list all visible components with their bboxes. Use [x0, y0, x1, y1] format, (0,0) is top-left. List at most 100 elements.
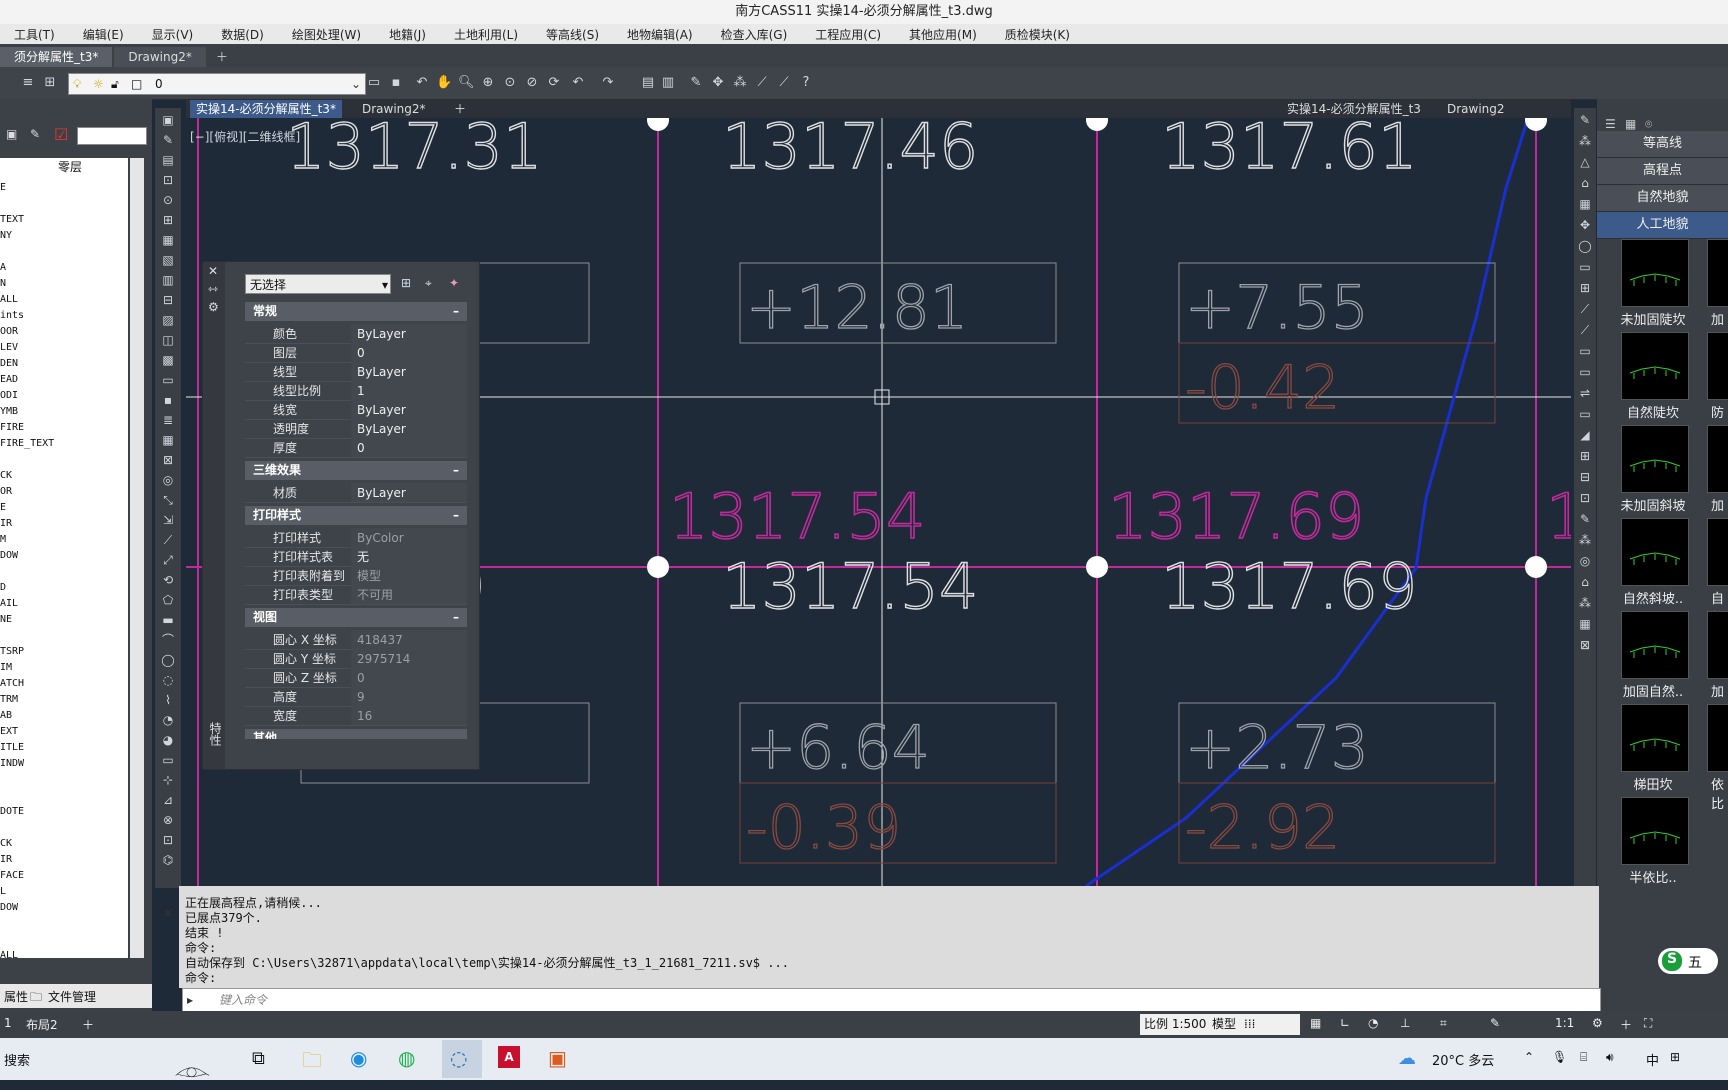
properties-icon[interactable]: ▤	[640, 75, 656, 91]
layer-list-item[interactable]: OR	[0, 486, 12, 497]
property-row[interactable]: 打印样式 ByColor	[245, 528, 467, 548]
property-value[interactable]: ByLayer	[351, 362, 467, 382]
distance-icon[interactable]: ⟋	[776, 75, 792, 91]
vertical-tool-icon[interactable]: ⇲	[160, 512, 176, 528]
category-natural-landform[interactable]: 自然地貌	[1597, 185, 1728, 212]
symbol-thumbnail[interactable]	[1621, 797, 1689, 865]
move-icon[interactable]: ✥	[710, 75, 726, 91]
command-input[interactable]: ▸ 键入命令	[182, 988, 1601, 1012]
viewport-tab-drawing2[interactable]: Drawing2*	[356, 100, 432, 118]
property-value[interactable]: ByLayer	[351, 483, 467, 503]
layer-list-item[interactable]: NE	[0, 614, 12, 625]
property-section-header[interactable]: 打印样式 –	[245, 506, 467, 525]
check-icon[interactable]: ☑	[54, 125, 68, 144]
property-row[interactable]: 颜色 ByLayer	[245, 324, 467, 344]
symbol-thumbnail[interactable]	[1707, 425, 1728, 493]
close-icon[interactable]: ✕	[208, 264, 218, 278]
property-value[interactable]: 0	[351, 343, 467, 363]
right-tool-icon[interactable]: ▭	[1577, 406, 1593, 422]
symbol-thumbnail[interactable]	[1621, 425, 1689, 493]
vertical-tool-icon[interactable]: ⌇	[160, 692, 176, 708]
viewport-tab-right-drawing2[interactable]: Drawing2	[1441, 100, 1511, 118]
vertical-tool-icon[interactable]: ▨	[160, 312, 176, 328]
property-row[interactable]: 材质 ByLayer	[245, 483, 467, 503]
osnap-icon[interactable]: ⊥	[1400, 1016, 1410, 1030]
collapse-icon[interactable]: –	[453, 302, 459, 321]
layer-list-item[interactable]: L	[0, 886, 6, 897]
autocad-icon[interactable]: A	[498, 1046, 520, 1068]
location-icon[interactable]: ⌾	[1645, 117, 1652, 132]
gear-icon[interactable]: ⚙	[1592, 1016, 1603, 1030]
symbol-thumbnail[interactable]	[1621, 239, 1689, 307]
app-icon[interactable]: ▣	[548, 1046, 567, 1070]
menu-other[interactable]: 其他应用(M)	[895, 26, 991, 43]
category-elevation-point[interactable]: 高程点	[1597, 158, 1728, 185]
symbol-thumbnail[interactable]	[1707, 332, 1728, 400]
menu-qc[interactable]: 质检模块(K)	[991, 26, 1084, 43]
vertical-tool-icon[interactable]: ⊙	[160, 192, 176, 208]
menu-tools[interactable]: 工具(T)	[0, 26, 69, 43]
right-tool-icon[interactable]: ⊟	[1577, 469, 1593, 485]
layer-list-item[interactable]: IM	[0, 662, 12, 673]
property-value[interactable]: 不可用	[351, 585, 467, 605]
pencil-icon[interactable]: ✎	[688, 75, 704, 91]
layer-list-item[interactable]: DOW	[0, 550, 18, 561]
layer-manager-icon[interactable]: ≡	[20, 75, 36, 91]
layer-list-item[interactable]: ITLE	[0, 742, 24, 753]
vertical-tool-icon[interactable]: ⊿	[160, 792, 176, 808]
snap-icon[interactable]: ⁞⁞⁞	[1244, 1014, 1255, 1035]
select-objects-icon[interactable]: ⌖	[425, 276, 432, 291]
layer-list-item[interactable]: LEV	[0, 342, 18, 353]
task-view-icon[interactable]: ⧉	[252, 1048, 265, 1069]
menu-edit[interactable]: 编辑(E)	[69, 26, 138, 43]
help-icon[interactable]: ?	[798, 75, 814, 91]
add-layout-icon[interactable]: ＋	[82, 1016, 94, 1033]
vertical-tool-icon[interactable]: ▭	[160, 752, 176, 768]
tab-file-manager[interactable]: 文件管理	[48, 988, 96, 1005]
right-tool-icon[interactable]: ⊞	[1577, 280, 1593, 296]
right-tool-icon[interactable]: ▦	[1577, 196, 1593, 212]
vertical-tool-icon[interactable]: ▪	[160, 392, 176, 408]
layer-list-item[interactable]: OOR	[0, 326, 18, 337]
right-tool-icon[interactable]: ✎	[1577, 112, 1593, 128]
zoom-window-icon[interactable]: ⊕	[480, 75, 496, 91]
right-tool-icon[interactable]: ◯	[1577, 238, 1593, 254]
network-icon[interactable]: ⌸	[1580, 1050, 1587, 1065]
microphone-icon[interactable]: 🎙︎	[1552, 1050, 1567, 1064]
model-toggle[interactable]: 模型	[1212, 1014, 1236, 1035]
right-tool-icon[interactable]: ⊠	[1577, 637, 1593, 653]
menu-view[interactable]: 显示(V)	[138, 26, 208, 43]
symbol-thumbnail[interactable]	[1621, 332, 1689, 400]
symbol-thumbnail[interactable]	[1707, 518, 1728, 586]
layer-tools-icon[interactable]: ▣	[6, 127, 17, 141]
property-row[interactable]: 圆心 X 坐标 418437	[245, 630, 467, 650]
vertical-tool-icon[interactable]: ⊗	[160, 812, 176, 828]
property-row[interactable]: 厚度 0	[245, 438, 467, 458]
pan-icon[interactable]: ✋	[436, 75, 452, 91]
volume-icon[interactable]: 🔊︎	[1606, 1050, 1614, 1065]
list-view-icon[interactable]: ☰	[1605, 117, 1616, 131]
zoom-prev-icon[interactable]: ⊘	[524, 75, 540, 91]
vertical-tool-icon[interactable]: ⊹	[160, 772, 176, 788]
property-value[interactable]: ByLayer	[351, 400, 467, 420]
layer-list-scrollbar[interactable]	[130, 158, 144, 958]
layer-list-item[interactable]: CK	[0, 470, 12, 481]
menu-engineering[interactable]: 工程应用(C)	[801, 26, 895, 43]
collapse-icon[interactable]: –	[453, 608, 459, 627]
ortho-icon[interactable]: ∟	[1340, 1016, 1350, 1030]
property-value[interactable]: 0	[351, 438, 467, 458]
right-tool-icon[interactable]: ▦	[1577, 616, 1593, 632]
property-section-header[interactable]: 其他	[245, 729, 467, 739]
annotation-scale[interactable]: 1:1	[1555, 1016, 1574, 1030]
symbol-thumbnail[interactable]	[1621, 518, 1689, 586]
symbol-thumbnail[interactable]	[1621, 704, 1689, 772]
layer-list-item[interactable]: FIRE_TEXT	[0, 438, 54, 449]
vertical-tool-icon[interactable]: ⤢	[160, 552, 176, 568]
property-section-header[interactable]: 常规 –	[245, 302, 467, 321]
close-icon[interactable]: ✕	[163, 906, 173, 920]
vertical-tool-icon[interactable]: ⌬	[160, 852, 176, 868]
menu-check[interactable]: 检查入库(G)	[707, 26, 802, 43]
property-value[interactable]: 9	[351, 687, 467, 707]
vertical-tool-icon[interactable]: ▦	[160, 232, 176, 248]
property-row[interactable]: 打印样式表无	[245, 547, 467, 567]
